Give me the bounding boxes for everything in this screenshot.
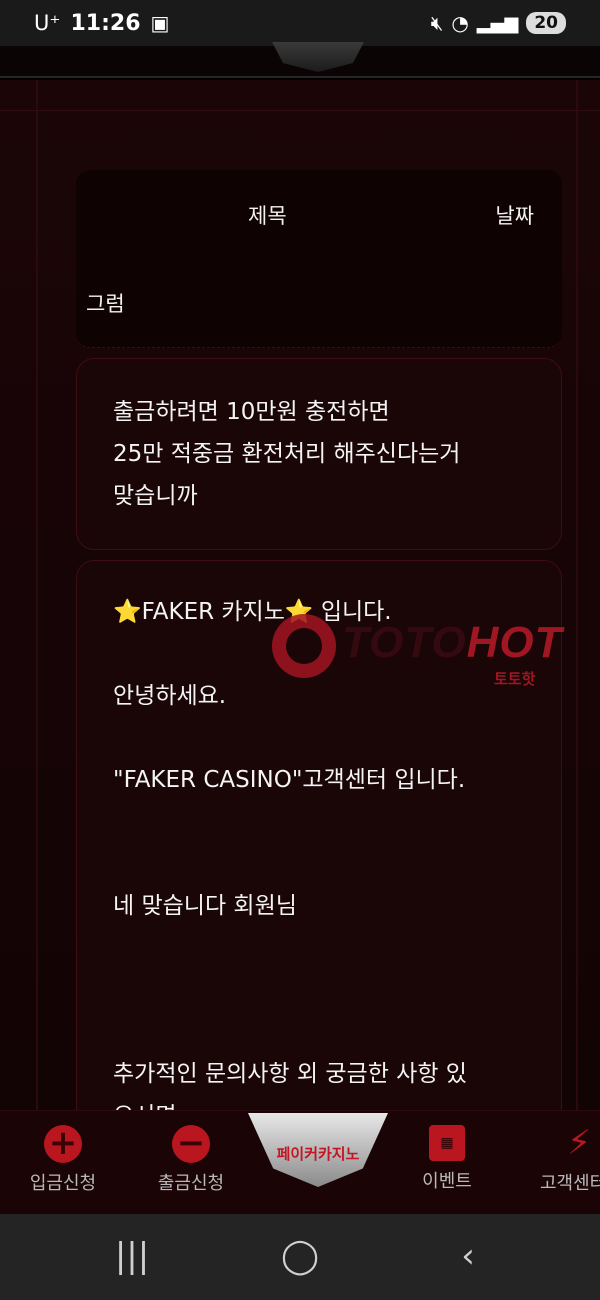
inquiry-title: 그럼 — [86, 292, 125, 316]
nav-withdraw[interactable]: − 출금신청 — [136, 1125, 246, 1195]
home-icon[interactable]: ◯ — [270, 1236, 330, 1276]
bottom-nav: + 입금신청 − 출금신청 페이커카지노 ▦ 이벤트 ⚡︎ 고객센터 — [0, 1110, 600, 1214]
main-content: 제목 날짜 그럼 출금하려면 10만원 충전하면 25만 적중금 환전처리 해주… — [0, 80, 600, 1110]
nav-support[interactable]: ⚡︎ 고객센터 — [518, 1125, 600, 1195]
question-line: 출금하려면 10만원 충전하면 — [113, 399, 390, 425]
nav-logo-text: 페이커카지노 — [276, 1145, 360, 1163]
column-date: 날짜 — [495, 204, 534, 228]
nav-deposit[interactable]: + 입금신청 — [8, 1125, 118, 1195]
nav-deposit-label: 입금신청 — [29, 1173, 97, 1194]
column-title: 제목 — [248, 204, 287, 228]
mute-icon: 🔇︎ — [430, 11, 444, 35]
lightning-icon: ⚡︎ — [567, 1125, 591, 1163]
carrier-label: U⁺ — [34, 11, 61, 35]
screenshot-icon: ▣ — [150, 11, 170, 35]
left-rail — [36, 80, 38, 1110]
nav-event[interactable]: ▦ 이벤트 — [392, 1125, 502, 1193]
answer-line: 추가적인 문의사항 외 궁금한 사항 있 — [113, 1061, 467, 1087]
status-bar: U⁺ 11:26 ▣ 🔇︎ ◔ ▂▄▆ 20 — [0, 0, 600, 46]
table-header: 제목 날짜 — [76, 170, 562, 260]
nav-support-label: 고객센터 — [540, 1173, 600, 1194]
watermark-subtext: 토토핫 — [494, 670, 536, 688]
answer-line: 으시면 — [113, 1095, 525, 1110]
minus-circle-icon: − — [172, 1125, 210, 1163]
question-line: 맞습니까 — [113, 483, 198, 509]
app-header — [0, 42, 600, 78]
status-right: 🔇︎ ◔ ▂▄▆ 20 — [431, 11, 566, 35]
watermark-text: TOTOHOT — [342, 618, 563, 668]
question-line: 25만 적중금 환전처리 해주신다는거 — [113, 441, 461, 467]
answer-line: 네 맞습니다 회원님 — [113, 893, 297, 919]
answer-line: "FAKER CASINO"고객센터 입니다. — [113, 767, 466, 793]
divider — [0, 110, 600, 111]
status-left: U⁺ 11:26 ▣ — [34, 11, 169, 36]
nav-home-logo[interactable]: 페이커카지노 — [248, 1113, 388, 1187]
watermark: TOTOHOT 토토핫 — [272, 614, 594, 694]
nav-event-label: 이벤트 — [422, 1171, 472, 1192]
watermark-logo-icon — [272, 614, 336, 678]
signal-icon: ▂▄▆ — [476, 12, 519, 34]
watermark-brand-a: TOTO — [342, 618, 467, 667]
calendar-icon: ▦ — [429, 1125, 465, 1161]
watermark-brand-b: HOT — [466, 618, 563, 667]
recent-apps-icon[interactable]: ||| — [102, 1236, 162, 1276]
right-rail — [576, 80, 578, 1110]
header-logo[interactable] — [272, 42, 364, 72]
plus-circle-icon: + — [44, 1125, 82, 1163]
battery-indicator: 20 — [526, 12, 566, 34]
system-nav-bar: ||| ◯ ‹ — [0, 1214, 600, 1300]
table-row[interactable]: 그럼 — [76, 260, 562, 348]
question-bubble: 출금하려면 10만원 충전하면 25만 적중금 환전처리 해주신다는거 맞습니까 — [76, 358, 562, 550]
clock: 11:26 — [70, 10, 141, 36]
nav-withdraw-label: 출금신청 — [157, 1173, 225, 1194]
wifi-icon: ◔ — [451, 11, 469, 35]
back-icon[interactable]: ‹ — [438, 1236, 498, 1276]
